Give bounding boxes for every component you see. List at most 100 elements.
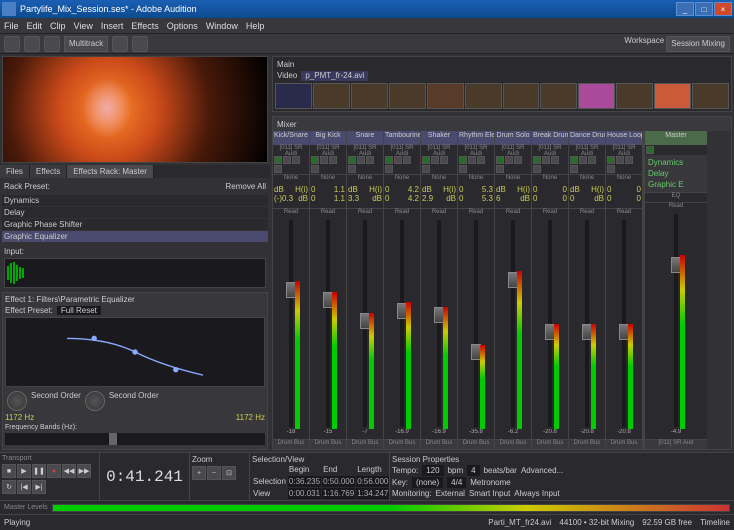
freq-slider[interactable] [5,433,265,445]
menu-options[interactable]: Options [167,21,198,31]
forward-button[interactable]: ▶▶ [77,464,91,478]
automation-mode[interactable]: Read [273,208,309,218]
menu-effects[interactable]: Effects [131,21,158,31]
order-dropdown[interactable]: Second Order [109,391,159,411]
arm-button[interactable] [403,156,411,164]
track-insert[interactable]: None [495,174,531,184]
maximize-button[interactable]: □ [695,2,713,16]
track-fader[interactable] [569,218,605,429]
track-insert[interactable]: None [384,174,420,184]
menu-edit[interactable]: Edit [27,21,43,31]
arm-button[interactable] [477,156,485,164]
track-fader[interactable] [532,218,568,429]
arm-button[interactable] [329,156,337,164]
master-fx-button[interactable] [646,146,654,154]
track-insert[interactable]: None [458,174,494,184]
mute-button[interactable] [385,156,393,164]
track-output[interactable]: Drum Bus [532,439,568,449]
track-insert[interactable]: None [310,174,346,184]
track-input[interactable]: [011] SR Audi [347,145,383,155]
mute-button[interactable] [348,156,356,164]
track-output[interactable]: Drum Bus [495,439,531,449]
sel-begin[interactable]: 0:36.235 [288,476,321,487]
view-length[interactable]: 1:34.247 [356,488,389,499]
solo-button[interactable] [283,156,291,164]
mute-button[interactable] [274,156,282,164]
sel-end[interactable]: 0:50.000 [322,476,355,487]
track-insert[interactable]: None [421,174,457,184]
menu-file[interactable]: File [4,21,19,31]
track-name[interactable]: Shaker [421,131,457,145]
solo-button[interactable] [542,156,550,164]
track-fader[interactable] [458,218,494,429]
menu-insert[interactable]: Insert [101,21,124,31]
track-fader[interactable] [606,218,642,429]
track-input[interactable]: [011] SR Audi [273,145,309,155]
mode-dropdown[interactable]: Multitrack [64,36,108,52]
record-button[interactable]: ● [47,464,61,478]
track-insert[interactable]: None [273,174,309,184]
zoom-in-button[interactable]: + [192,466,206,480]
fx-button[interactable] [348,165,356,173]
automation-mode[interactable]: Read [606,208,642,218]
track-input[interactable]: [011] SR Audi [384,145,420,155]
skip-back-button[interactable]: |◀ [17,480,31,494]
track-insert[interactable]: None [347,174,383,184]
tab-files[interactable]: Files [0,165,30,178]
track-input[interactable]: [011] SR Audi [458,145,494,155]
track-insert[interactable]: None [569,174,605,184]
key-dropdown[interactable]: (none) [412,477,443,488]
mon-external-button[interactable]: External [436,489,465,498]
arm-button[interactable] [366,156,374,164]
fx-button[interactable] [607,165,615,173]
order-dropdown[interactable]: Second Order [31,391,81,411]
beats-input[interactable]: 4 [467,465,479,476]
track-name[interactable]: Big Kick [310,131,346,145]
master-fx-slot[interactable]: Dynamics [647,157,705,168]
eq-knob[interactable] [7,391,27,411]
play-button[interactable]: ▶ [17,464,31,478]
track-fader[interactable] [495,218,531,429]
fx-button[interactable] [385,165,393,173]
track-output[interactable]: Drum Bus [569,439,605,449]
advanced-button[interactable]: Advanced... [521,466,563,475]
track-output[interactable]: Drum Bus [458,439,494,449]
metronome-button[interactable]: Metronome [470,478,510,487]
track-input[interactable]: [011] SR Audi [569,145,605,155]
fx-button[interactable] [274,165,282,173]
fx-button[interactable] [496,165,504,173]
fx-button[interactable] [311,165,319,173]
fx-item[interactable]: Delay [2,207,268,219]
cd-icon[interactable] [132,36,148,52]
close-button[interactable]: × [714,2,732,16]
tab-effects-rack--master[interactable]: Effects Rack: Master [67,165,154,178]
track-name[interactable]: Break Drum [532,131,568,145]
track-insert[interactable]: None [606,174,642,184]
track-output[interactable]: Drum Bus [384,439,420,449]
menu-view[interactable]: View [74,21,93,31]
solo-button[interactable] [505,156,513,164]
automation-mode[interactable]: Read [421,208,457,218]
rewind-button[interactable]: ◀◀ [62,464,76,478]
solo-button[interactable] [431,156,439,164]
automation-mode[interactable]: Read [532,208,568,218]
sel-length[interactable]: 0:56.000 [356,476,389,487]
fx-button[interactable] [533,165,541,173]
fx-button[interactable] [570,165,578,173]
menu-help[interactable]: Help [246,21,265,31]
mon-smart-button[interactable]: Smart Input [469,489,510,498]
master-eq[interactable]: EQ [645,192,707,202]
track-name[interactable]: Kick/Snare L [273,131,309,145]
tool-button[interactable] [44,36,60,52]
track-output[interactable]: Drum Bus [421,439,457,449]
track-name[interactable]: Snare [347,131,383,145]
master-fx-slot[interactable]: Graphic E [647,179,705,190]
pause-button[interactable]: ❚❚ [32,464,46,478]
mute-button[interactable] [533,156,541,164]
menu-clip[interactable]: Clip [50,21,66,31]
arm-button[interactable] [625,156,633,164]
arm-button[interactable] [440,156,448,164]
master-automation[interactable]: Read [645,202,707,212]
zoom-out-button[interactable]: − [207,466,221,480]
fx-item[interactable]: Graphic Equalizer [2,231,268,243]
